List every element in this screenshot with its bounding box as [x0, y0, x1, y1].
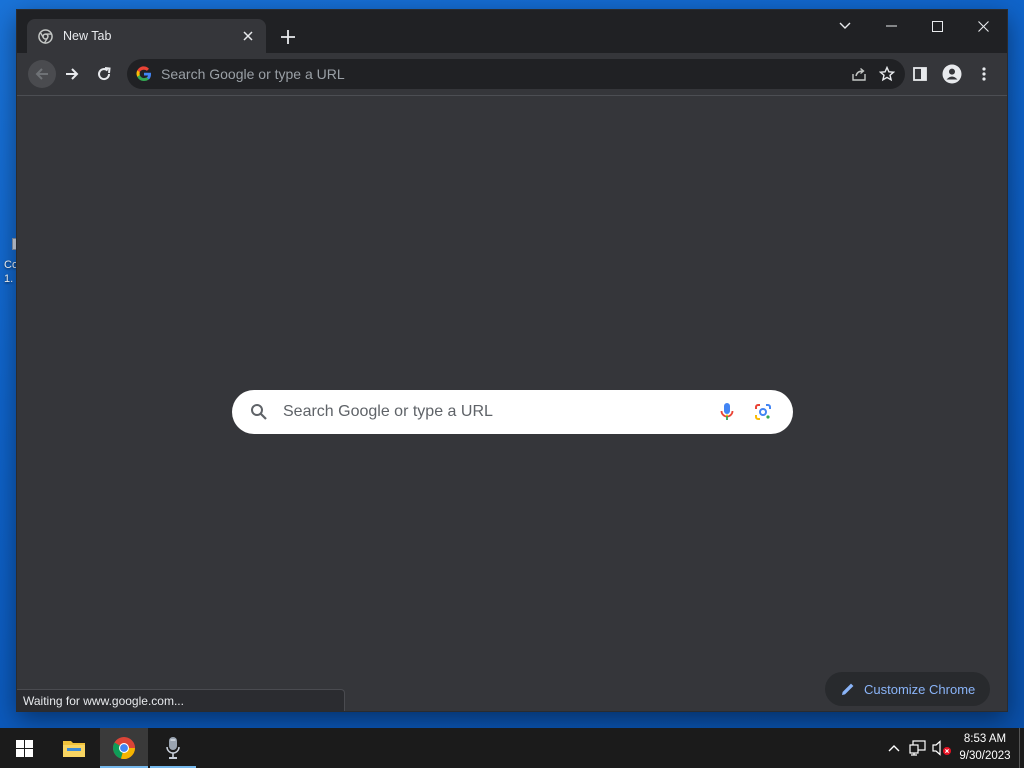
- customize-chrome-label: Customize Chrome: [864, 681, 976, 697]
- ntp-search-input[interactable]: [283, 403, 713, 421]
- show-desktop-button[interactable]: [1019, 728, 1024, 768]
- chrome-favicon-icon: [38, 28, 53, 44]
- maximize-button[interactable]: [914, 10, 960, 42]
- customize-chrome-button[interactable]: Customize Chrome: [825, 672, 990, 706]
- search-icon: [251, 404, 267, 420]
- clock-date: 9/30/2023: [959, 750, 1011, 762]
- status-bubble: Waiting for www.google.com...: [17, 689, 345, 711]
- image-search-button[interactable]: [749, 398, 777, 426]
- new-tab-button[interactable]: [275, 24, 301, 50]
- pencil-icon: [842, 683, 854, 695]
- toolbar: [17, 53, 1007, 95]
- chrome-icon: [113, 737, 136, 760]
- kebab-menu-icon: [982, 67, 986, 81]
- chevron-down-icon: [839, 22, 851, 29]
- start-button[interactable]: [0, 728, 48, 768]
- chrome-window: New Tab Search Google or type a URL Sear…: [17, 10, 1007, 711]
- tab-close-icon[interactable]: [236, 24, 260, 48]
- google-g-icon: [136, 66, 151, 82]
- volume-tray-button[interactable]: [932, 738, 952, 758]
- microphone-icon: [720, 403, 734, 420]
- forward-button[interactable]: [58, 60, 86, 88]
- reload-button[interactable]: [90, 60, 118, 88]
- voice-recorder-button[interactable]: [150, 728, 196, 768]
- volume-muted-icon: [932, 740, 951, 756]
- profile-button[interactable]: [938, 60, 966, 88]
- folder-icon: [63, 741, 85, 757]
- arrow-right-icon: [66, 68, 79, 80]
- network-tray-button[interactable]: [908, 738, 928, 758]
- taskbar: 8:53 AM 9/30/2023: [0, 728, 1024, 768]
- file-explorer-button[interactable]: [50, 728, 98, 768]
- tab-search-button[interactable]: [822, 10, 868, 42]
- share-icon: [852, 67, 866, 81]
- address-bar[interactable]: [127, 59, 905, 89]
- minimize-icon: [885, 25, 897, 27]
- voice-search-button[interactable]: [713, 398, 741, 426]
- windows-logo-icon: [15, 739, 33, 757]
- chrome-taskbar-button[interactable]: [100, 728, 148, 768]
- tab-title: New Tab: [63, 29, 112, 43]
- omnibox-input[interactable]: [161, 66, 845, 82]
- microphone-icon: [166, 737, 180, 759]
- tab-new-tab[interactable]: New Tab: [27, 19, 266, 53]
- menu-button[interactable]: [970, 60, 998, 88]
- back-button[interactable]: [28, 60, 56, 88]
- clock-time: 8:53 AM: [963, 733, 1007, 745]
- ntp-search-box[interactable]: [232, 390, 793, 434]
- close-icon: [977, 20, 989, 32]
- maximize-icon: [931, 20, 943, 32]
- chevron-up-icon: [888, 745, 900, 752]
- arrow-left-icon: [35, 68, 48, 80]
- star-icon: [879, 66, 895, 82]
- google-lens-icon: [755, 404, 771, 420]
- close-window-button[interactable]: [960, 10, 1006, 42]
- status-text: Waiting for www.google.com...: [23, 693, 184, 708]
- minimize-button[interactable]: [868, 10, 914, 42]
- new-tab-page: Customize Chrome Waiting for www.google.…: [17, 96, 1007, 711]
- side-panel-button[interactable]: [906, 60, 934, 88]
- desktop-shortcut-label: Co 1.: [4, 259, 19, 285]
- clock[interactable]: 8:53 AM 9/30/2023: [953, 731, 1017, 765]
- tab-strip: New Tab: [17, 10, 1007, 53]
- bookmark-button[interactable]: [873, 60, 901, 88]
- show-hidden-icons-button[interactable]: [884, 738, 904, 758]
- share-button[interactable]: [845, 60, 873, 88]
- plus-icon: [281, 30, 295, 44]
- avatar-icon: [942, 64, 962, 84]
- reload-icon: [98, 67, 111, 81]
- side-panel-icon: [913, 67, 927, 81]
- network-icon: [909, 740, 926, 756]
